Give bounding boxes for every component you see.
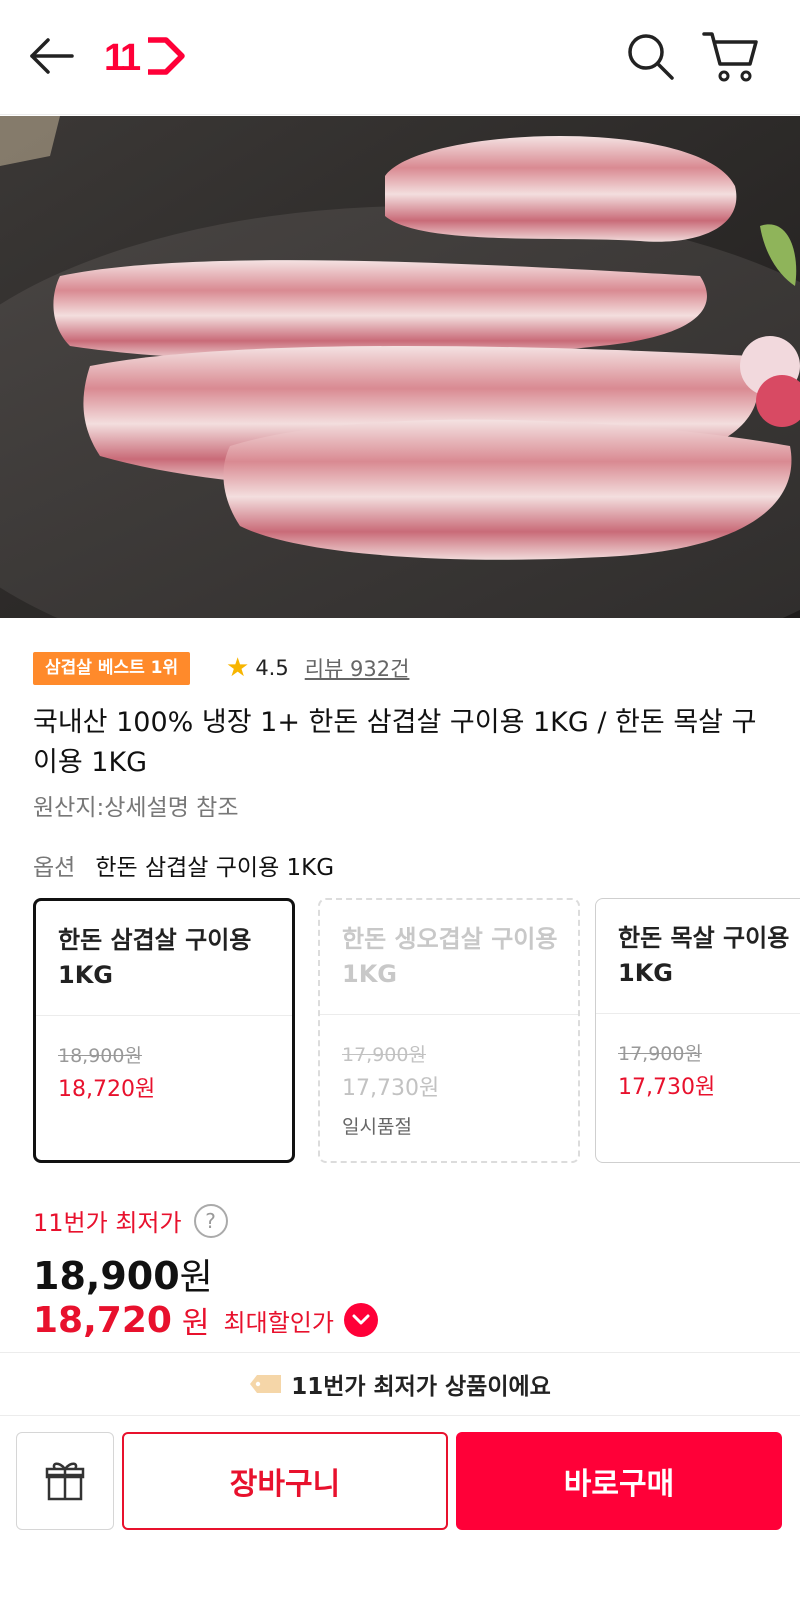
- option-card-soldout[interactable]: 한돈 생오겹살 구이용 1KG 17,900원 17,730원 일시품절: [318, 898, 580, 1163]
- option-card-original-price: 17,900원: [342, 1044, 426, 1066]
- sale-price-row[interactable]: 18,720 원 최대할인가: [33, 1298, 378, 1342]
- logo-text: 11: [104, 37, 141, 79]
- review-count-link[interactable]: 리뷰 932건: [305, 653, 410, 683]
- cart-icon: [702, 32, 758, 82]
- search-button[interactable]: [624, 30, 676, 84]
- lowest-price-notice: 11번가 최저가 상품이에요: [0, 1352, 800, 1416]
- option-card-name: 한돈 생오겹살 구이용 1KG: [342, 925, 558, 988]
- best-seller-badge: 삼겹살 베스트 1위: [33, 652, 191, 685]
- back-button[interactable]: [26, 34, 78, 78]
- star-icon: ★: [226, 653, 250, 683]
- max-discount-label: 최대할인가: [223, 1308, 334, 1337]
- option-label: 옵션: [33, 855, 76, 881]
- rating-summary: ★ 4.5 리뷰 932건: [226, 651, 409, 685]
- option-card-sale-price: 17,730원: [618, 1075, 716, 1100]
- option-card-sale-price: 18,720원: [58, 1077, 156, 1102]
- divider: [36, 1015, 292, 1016]
- option-card-sale-price: 17,730원: [342, 1076, 440, 1101]
- gift-button[interactable]: [16, 1432, 114, 1530]
- help-icon[interactable]: ?: [193, 1203, 228, 1238]
- original-price-number: 18,900: [33, 1254, 180, 1298]
- add-to-cart-button[interactable]: 장바구니: [122, 1432, 448, 1530]
- product-image: [0, 116, 800, 618]
- option-card-name: 한돈 목살 구이용 1KG: [618, 924, 790, 987]
- product-title: 국내산 100% 냉장 1+ 한돈 삼겹살 구이용 1KG / 한돈 목살 구이…: [33, 707, 757, 778]
- brand-logo-icon: 11: [104, 37, 185, 79]
- buy-now-button[interactable]: 바로구매: [456, 1432, 782, 1530]
- product-image-carousel[interactable]: [0, 116, 800, 618]
- price-tag-icon: [250, 1375, 282, 1393]
- product-origin: 원산지:상세설명 참조: [33, 795, 239, 821]
- arrow-left-icon: [30, 38, 74, 74]
- divider: [596, 1013, 800, 1014]
- brand-logo[interactable]: 11: [104, 32, 186, 80]
- option-card-original-price: 17,900원: [618, 1043, 702, 1065]
- option-selected-value: 한돈 삼겹살 구이용 1KG: [95, 855, 335, 881]
- divider: [320, 1014, 578, 1015]
- sale-price-unit: 원: [181, 1306, 210, 1341]
- lowest-price-label-row: 11번가 최저가 ?: [33, 1203, 228, 1238]
- gift-icon: [45, 1462, 85, 1501]
- top-app-bar: 11: [0, 0, 800, 115]
- search-icon: [628, 34, 674, 80]
- rating-value: 4.5: [255, 656, 289, 680]
- sale-price-number: 18,720: [33, 1299, 172, 1341]
- option-card-selected[interactable]: 한돈 삼겹살 구이용 1KG 18,900원 18,720원: [33, 898, 295, 1163]
- sold-out-label: 일시품절: [342, 1116, 412, 1138]
- option-card[interactable]: 한돈 목살 구이용 1KG 17,900원 17,730원: [595, 898, 800, 1163]
- chevron-down-icon[interactable]: [343, 1303, 378, 1337]
- original-price: 18,900원: [33, 1248, 213, 1300]
- option-summary: 옵션 한돈 삼겹살 구이용 1KG: [33, 848, 334, 882]
- option-card-original-price: 18,900원: [58, 1045, 142, 1067]
- original-price-unit: 원: [179, 1257, 213, 1298]
- lowest-price-label: 11번가 최저가: [33, 1209, 182, 1237]
- option-card-name: 한돈 삼겹살 구이용 1KG: [58, 926, 252, 989]
- cart-button[interactable]: [700, 28, 760, 84]
- bottom-action-bar: 장바구니 바로구매: [0, 1418, 800, 1614]
- lowest-price-notice-text: 11번가 최저가 상품이에요: [291, 1374, 551, 1400]
